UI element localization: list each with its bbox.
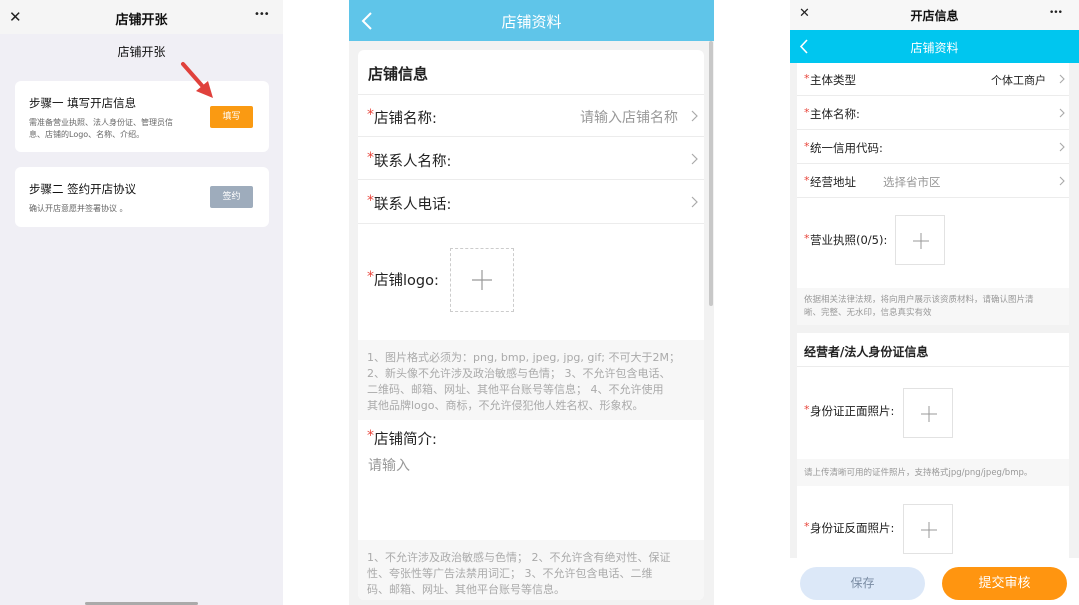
step2-desc: 确认开店意愿并签署协议 。 xyxy=(29,204,128,213)
step2-title: 步骤二 签约开店协议 xyxy=(29,182,137,196)
license-note: 晰、完整、无水印，信息真实有效 xyxy=(804,308,932,318)
more-icon[interactable]: ••• xyxy=(254,9,270,20)
logo-label: 店铺logo: xyxy=(374,273,439,289)
header-bar: 店铺资料 xyxy=(349,0,714,41)
address-input[interactable]: 选择省市区 xyxy=(883,174,941,190)
section-title: 店铺信息 xyxy=(368,65,429,83)
address-row[interactable]: * 经营地址 选择省市区 xyxy=(797,165,1069,198)
save-button[interactable]: 保存 xyxy=(800,567,925,600)
logo-note: 2、新头像不允许涉及政治敏感与色情； 3、不允许包含电话、 xyxy=(367,367,671,380)
intro-note: 性、夸张性等广告法禁用词汇； 3、不允许包含电话、二维 xyxy=(367,567,653,580)
shop-name-row[interactable]: * 店铺名称: 请输入店铺名称 xyxy=(358,95,704,137)
intro-note: 1、不允许涉及政治敏感与色情； 2、不允许含有绝对性、保证 xyxy=(367,551,671,564)
top-bar: ✕ 开店信息 ••• xyxy=(790,0,1079,30)
top-bar: ✕ 店铺开张 ••• xyxy=(0,0,283,34)
id-front-label: 身份证正面照片: xyxy=(810,404,895,418)
header-bar: 店铺资料 xyxy=(790,30,1079,63)
entity-card: * 主体类型 个体工商户 * 主体名称: * 统一信用代码: * 经营地址 选择… xyxy=(797,63,1069,325)
required-mark: * xyxy=(804,520,810,533)
contact-phone-row[interactable]: * 联系人电话: xyxy=(358,181,704,224)
chevron-right-icon xyxy=(691,196,698,208)
fill-button[interactable]: 填写 xyxy=(210,106,253,128)
entity-type-value[interactable]: 个体工商户 xyxy=(991,72,1046,88)
step1-card: 步骤一 填写开店信息 需准备营业执照、法人身份证、管理员信 息、店铺的Logo、… xyxy=(15,81,269,152)
required-mark: * xyxy=(804,72,810,85)
shop-name-input[interactable]: 请输入店铺名称 xyxy=(580,107,678,127)
chevron-right-icon xyxy=(1059,74,1065,84)
logo-note: 1、图片格式必须为：png, bmp, jpeg, jpg, gif; 不可大于… xyxy=(367,351,680,364)
plus-icon xyxy=(913,233,929,249)
credit-code-row[interactable]: * 统一信用代码: xyxy=(797,131,1069,164)
credit-code-label: 统一信用代码: xyxy=(810,141,883,155)
scrollbar[interactable] xyxy=(709,41,713,306)
address-label: 经营地址 xyxy=(810,175,856,189)
logo-note: 其他品牌logo、商标，不允许侵犯他人姓名权、形象权。 xyxy=(367,399,644,412)
page-heading: 店铺开张 xyxy=(117,45,166,59)
contact-phone-label: 联系人电话: xyxy=(374,197,452,213)
required-mark: * xyxy=(367,428,374,444)
header-subtitle: 店铺资料 xyxy=(910,41,959,55)
bottom-bar: 保存 提交审核 xyxy=(790,558,1079,605)
id-card-section: 经营者/法人身份证信息 * 身份证正面照片: 请上传清晰可用的证件照片，支持格式… xyxy=(797,333,1069,558)
step1-desc-2: 息、店铺的Logo、名称、介绍。 xyxy=(29,130,145,139)
logo-notes-box: 1、图片格式必须为：png, bmp, jpeg, jpg, gif; 不可大于… xyxy=(358,340,704,420)
license-note-box: 依据相关法律法规，将向用户展示该资质材料，请确认图片清 晰、完整、无水印，信息真… xyxy=(797,288,1069,325)
chevron-right-icon xyxy=(691,110,698,122)
entity-name-label: 主体名称: xyxy=(810,107,860,121)
intro-notes-box: 1、不允许涉及政治敏感与色情； 2、不允许含有绝对性、保证 性、夸张性等广告法禁… xyxy=(358,540,704,600)
entity-name-row[interactable]: * 主体名称: xyxy=(797,97,1069,130)
logo-note: 二维码、邮箱、网址、其他平台账号等信息； 4、不允许使用 xyxy=(367,383,664,396)
required-mark: * xyxy=(367,107,374,123)
required-mark: * xyxy=(804,140,810,153)
license-label: 营业执照(0/5): xyxy=(810,233,888,247)
chevron-right-icon xyxy=(1059,142,1065,152)
page-title: 店铺开张 xyxy=(115,13,168,28)
contact-name-label: 联系人名称: xyxy=(374,154,452,170)
divider xyxy=(797,366,1069,367)
shop-info-card: 店铺信息 * 店铺名称: 请输入店铺名称 * 联系人名称: * 联系人电话: *… xyxy=(358,50,704,600)
required-mark: * xyxy=(804,106,810,119)
chevron-right-icon xyxy=(1059,176,1065,186)
id-section-title: 经营者/法人身份证信息 xyxy=(804,345,929,359)
contact-name-row[interactable]: * 联系人名称: xyxy=(358,138,704,180)
step1-title: 步骤一 填写开店信息 xyxy=(29,96,137,110)
id-front-upload[interactable] xyxy=(903,388,953,438)
id-note: 请上传清晰可用的证件照片，支持格式jpg/png/jpeg/bmp。 xyxy=(804,468,1033,478)
page-title: 店铺资料 xyxy=(501,13,562,31)
shop-name-label: 店铺名称: xyxy=(374,111,437,127)
entity-type-row[interactable]: * 主体类型 个体工商户 xyxy=(797,63,1069,96)
chevron-right-icon xyxy=(691,153,698,165)
id-note-box: 请上传清晰可用的证件照片，支持格式jpg/png/jpeg/bmp。 xyxy=(797,459,1069,486)
required-mark: * xyxy=(804,174,810,187)
step2-card: 步骤二 签约开店协议 确认开店意愿并签署协议 。 签约 xyxy=(15,167,269,227)
plus-icon xyxy=(472,270,492,290)
required-mark: * xyxy=(804,403,810,416)
more-icon[interactable]: ••• xyxy=(1049,8,1063,18)
required-mark: * xyxy=(367,269,374,285)
plus-icon xyxy=(921,522,937,538)
step1-desc-1: 需准备营业执照、法人身份证、管理员信 xyxy=(29,118,173,127)
intro-note: 码、邮箱、网址、其他平台账号等信息。 xyxy=(367,583,565,596)
intro-label: 店铺简介: xyxy=(374,432,437,448)
submit-review-button[interactable]: 提交审核 xyxy=(942,567,1067,600)
panel-shop-opening: ✕ 店铺开张 ••• 店铺开张 步骤一 填写开店信息 需准备营业执照、法人身份证… xyxy=(0,0,283,605)
required-mark: * xyxy=(367,150,374,166)
logo-upload[interactable] xyxy=(450,248,514,312)
red-arrow-icon xyxy=(181,62,213,98)
entity-type-label: 主体类型 xyxy=(810,73,856,87)
required-mark: * xyxy=(367,193,374,209)
id-back-upload[interactable] xyxy=(903,504,953,554)
sign-button[interactable]: 签约 xyxy=(210,186,253,208)
panel-store-info: ✕ 开店信息 ••• 店铺资料 * 主体类型 个体工商户 * 主体名称: * 统… xyxy=(790,0,1079,605)
required-mark: * xyxy=(804,232,810,245)
plus-icon xyxy=(921,406,937,422)
page-title: 开店信息 xyxy=(910,9,959,23)
panel-shop-profile: 店铺资料 店铺信息 * 店铺名称: 请输入店铺名称 * 联系人名称: * 联系人… xyxy=(349,0,714,605)
chevron-right-icon xyxy=(1059,108,1065,118)
intro-textarea[interactable]: 请输入 xyxy=(368,455,698,535)
id-back-label: 身份证反面照片: xyxy=(810,521,895,535)
license-note: 依据相关法律法规，将向用户展示该资质材料，请确认图片清 xyxy=(804,295,1034,305)
license-upload[interactable] xyxy=(895,215,945,265)
